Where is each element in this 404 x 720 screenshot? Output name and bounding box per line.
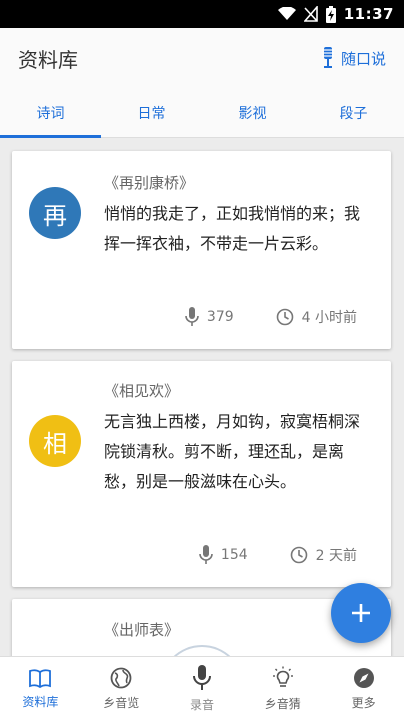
plus-icon — [352, 604, 370, 622]
quick-speak-button[interactable]: 随口说 — [321, 47, 386, 69]
play-count-value: 154 — [220, 547, 248, 563]
nav-more[interactable]: 更多 — [323, 657, 404, 720]
post-time-value: 4 小时前 — [301, 310, 357, 326]
card-text: 悄悄的我走了，正如我悄悄的来；我挥一挥衣袖，不带走一片云彩。 — [104, 204, 361, 253]
microphone-icon — [199, 545, 213, 564]
microphone-icon — [192, 664, 211, 690]
tab-jokes[interactable]: 段子 — [303, 88, 404, 137]
microphone-stand-icon — [321, 47, 334, 68]
list-item[interactable]: 再 《再别康桥》 悄悄的我走了，正如我悄悄的来；我挥一挥衣袖，不带走一片云彩。 … — [12, 151, 391, 349]
clock-icon — [276, 308, 293, 326]
tab-label: 日常 — [137, 105, 166, 122]
play-count: 154 — [199, 545, 248, 565]
microphone-icon — [185, 307, 199, 326]
avatar: 再 — [29, 187, 81, 239]
clock-icon — [290, 546, 307, 564]
battery-charging-icon — [325, 5, 336, 23]
play-count: 379 — [185, 307, 234, 327]
card-title: 《出师表》 — [104, 621, 180, 639]
tab-film[interactable]: 影视 — [202, 88, 303, 137]
card-title: 《再别康桥》 — [104, 174, 195, 192]
list-item[interactable]: 相 《相见欢》 无言独上西楼，月如钩，寂寞梧桐深院锁清秋。剪不断，理还乱，是离愁… — [12, 361, 391, 587]
tab-poetry[interactable]: 诗词 — [0, 88, 101, 138]
nav-record[interactable]: 录音 — [162, 657, 243, 720]
app-bar: 资料库 随口说 — [0, 28, 404, 88]
play-count-value: 379 — [206, 309, 234, 325]
tab-daily[interactable]: 日常 — [101, 88, 202, 137]
card-meta: 379 4 小时前 — [185, 307, 357, 327]
tab-label: 段子 — [339, 105, 368, 122]
category-tabs: 诗词 日常 影视 段子 — [0, 88, 404, 138]
card-title: 《相见欢》 — [104, 382, 180, 400]
book-icon — [29, 668, 52, 688]
card-text: 无言独上西楼，月如钩，寂寞梧桐深院锁清秋。剪不断，理还乱，是离愁，别是一般滋味在… — [104, 412, 361, 491]
add-button[interactable] — [331, 583, 391, 643]
post-time-value: 2 天前 — [315, 548, 357, 564]
post-time: 4 小时前 — [276, 307, 357, 327]
avatar: 相 — [29, 415, 81, 467]
nav-dialect-guess[interactable]: 乡音猜 — [242, 657, 323, 720]
lightbulb-icon — [272, 666, 293, 687]
status-time: 11:37 — [343, 5, 394, 23]
no-sim-icon — [303, 6, 318, 22]
quick-speak-label: 随口说 — [340, 49, 386, 68]
bottom-nav: 资料库 乡音览 录音 乡音猜 更多 — [0, 656, 404, 720]
compass-icon — [353, 667, 374, 688]
globe-icon — [110, 667, 132, 688]
tab-label: 影视 — [238, 105, 267, 122]
nav-label: 更多 — [351, 695, 376, 710]
nav-label: 录音 — [189, 697, 214, 712]
nav-library[interactable]: 资料库 — [0, 657, 81, 720]
status-bar: 11:37 — [0, 0, 404, 28]
card-meta: 154 2 天前 — [199, 545, 357, 565]
nav-label: 乡音猜 — [264, 696, 301, 711]
nav-label: 乡音览 — [103, 695, 140, 710]
tab-label: 诗词 — [36, 105, 65, 122]
content-feed[interactable]: 再 《再别康桥》 悄悄的我走了，正如我悄悄的来；我挥一挥衣袖，不带走一片云彩。 … — [0, 139, 404, 656]
post-time: 2 天前 — [290, 545, 357, 565]
wifi-icon — [277, 7, 296, 20]
page-title: 资料库 — [18, 47, 78, 72]
nav-label: 资料库 — [22, 694, 59, 709]
nav-dialect-browse[interactable]: 乡音览 — [81, 657, 162, 720]
